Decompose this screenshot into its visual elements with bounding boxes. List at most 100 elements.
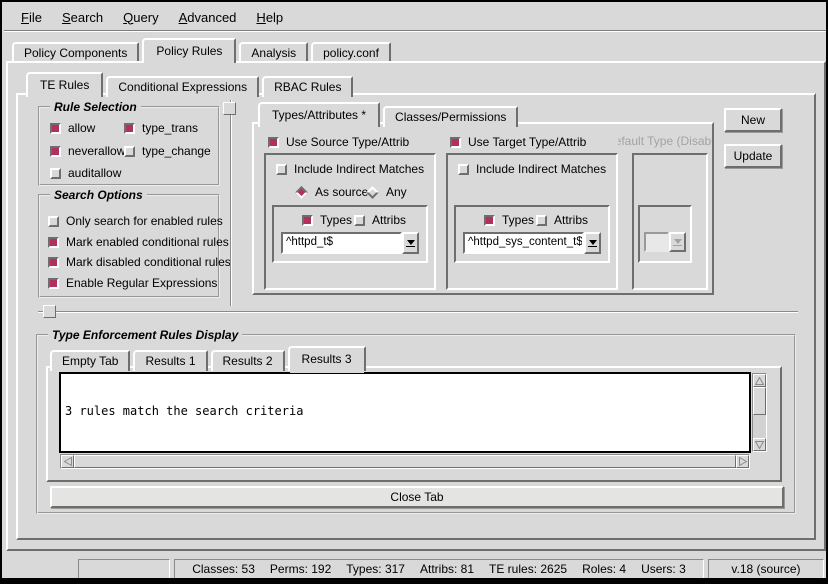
te-display-title: Type Enforcement Rules Display (48, 328, 242, 342)
tab-empty[interactable]: Empty Tab (50, 350, 130, 371)
tab-policy-components[interactable]: Policy Components (12, 42, 139, 63)
checkbox-target-attribs[interactable]: Attribs (536, 213, 588, 227)
checkbox-mark-disabled[interactable]: Mark disabled conditional rules (48, 255, 231, 269)
tab-analysis[interactable]: Analysis (239, 42, 308, 63)
results-vertical-scrollbar[interactable] (752, 373, 767, 452)
type-trans-checkbox-indicator[interactable] (124, 123, 135, 134)
auditallow-checkbox-indicator[interactable] (50, 168, 61, 179)
tab-conditional-expressions[interactable]: Conditional Expressions (106, 76, 259, 97)
close-tab-button[interactable]: Close Tab (50, 486, 784, 508)
checkbox-allow[interactable]: allow (50, 121, 95, 135)
scroll-right-button[interactable] (736, 455, 749, 468)
vertical-scroll-trough[interactable] (753, 415, 766, 438)
update-button[interactable]: Update (724, 144, 782, 168)
tab-types-attributes[interactable]: Types/Attributes * (258, 102, 380, 127)
checkbox-neverallow[interactable]: neverallow (50, 144, 125, 158)
target-attribs-checkbox-indicator[interactable] (536, 215, 547, 226)
dropdown-bar-icon (588, 246, 597, 247)
neverallow-checkbox-indicator[interactable] (50, 146, 61, 157)
checkbox-use-source[interactable]: Use Source Type/Attrib (268, 135, 409, 149)
tab-te-rules[interactable]: TE Rules (26, 72, 103, 97)
status-bar: Classes: 53 Perms: 192 Types: 317 Attrib… (4, 558, 828, 580)
tab-results-3[interactable]: Results 3 (288, 346, 366, 371)
any-label: Any (386, 185, 407, 199)
mark-enabled-checkbox-indicator[interactable] (48, 237, 59, 248)
status-stats-panel: Classes: 53 Perms: 192 Types: 317 Attrib… (174, 559, 704, 579)
checkbox-enable-regex[interactable]: Enable Regular Expressions (48, 276, 217, 290)
as-source-label: As source (315, 185, 368, 199)
target-type-combobox[interactable]: ^httpd_sys_content_t$ (463, 232, 601, 254)
new-button[interactable]: New (724, 108, 782, 132)
results-textarea[interactable]: 3 rules match the search criteria (5822)… (60, 373, 750, 452)
source-attribs-checkbox-indicator[interactable] (354, 215, 365, 226)
default-type-dropdown-button (669, 232, 686, 252)
scroll-down-button[interactable] (753, 438, 766, 451)
chevron-down-icon (674, 239, 682, 244)
target-attribs-label: Attribs (554, 213, 588, 227)
menu-query[interactable]: Query (114, 6, 167, 29)
mark-disabled-checkbox-indicator[interactable] (48, 257, 59, 268)
target-indirect-checkbox-indicator[interactable] (458, 164, 469, 175)
checkbox-use-target[interactable]: Use Target Type/Attrib (450, 135, 586, 149)
horizontal-sash-handle[interactable] (43, 305, 56, 318)
menu-advanced[interactable]: Advanced (170, 6, 246, 29)
target-type-dropdown-button[interactable] (584, 232, 601, 254)
mark-disabled-label: Mark disabled conditional rules (66, 255, 231, 269)
radio-as-source[interactable]: As source (295, 185, 368, 199)
scroll-up-button[interactable] (753, 374, 766, 387)
use-source-checkbox-indicator[interactable] (268, 137, 279, 148)
checkbox-source-attribs[interactable]: Attribs (354, 213, 406, 227)
checkbox-mark-enabled[interactable]: Mark enabled conditional rules (48, 235, 229, 249)
source-type-dropdown-button[interactable] (402, 232, 419, 254)
allow-checkbox-indicator[interactable] (50, 123, 61, 134)
auditallow-label: auditallow (68, 166, 121, 180)
tab-rbac-rules[interactable]: RBAC Rules (262, 76, 353, 97)
checkbox-type-trans[interactable]: type_trans (124, 121, 198, 135)
vertical-scroll-thumb[interactable] (753, 387, 766, 415)
menu-file[interactable]: File (12, 6, 51, 29)
checkbox-target-indirect[interactable]: Include Indirect Matches (458, 162, 606, 176)
mark-enabled-label: Mark enabled conditional rules (66, 235, 229, 249)
use-target-checkbox-indicator[interactable] (450, 137, 461, 148)
vertical-sash-handle[interactable] (223, 102, 236, 115)
stat-users: Users: 3 (641, 562, 686, 576)
target-types-checkbox-indicator[interactable] (484, 215, 495, 226)
checkbox-target-types[interactable]: Types (484, 213, 534, 227)
checkbox-auditallow[interactable]: auditallow (50, 166, 121, 180)
horizontal-scroll-thumb[interactable] (74, 455, 736, 468)
source-indirect-checkbox-indicator[interactable] (276, 164, 287, 175)
checkbox-only-enabled[interactable]: Only search for enabled rules (48, 214, 223, 228)
stat-types: Types: 317 (346, 562, 405, 576)
chevron-down-icon (589, 240, 597, 245)
tab-results-2[interactable]: Results 2 (211, 350, 285, 371)
menu-help[interactable]: Help (247, 6, 292, 29)
type-change-checkbox-indicator[interactable] (124, 146, 135, 157)
results-horizontal-scrollbar[interactable] (60, 454, 750, 469)
tab-policy-rules[interactable]: Policy Rules (142, 38, 236, 63)
target-type-entry[interactable]: ^httpd_sys_content_t$ (463, 232, 584, 254)
dropdown-bar-icon (673, 245, 682, 246)
any-radio-indicator[interactable] (366, 186, 379, 199)
tab-results-1[interactable]: Results 1 (133, 350, 207, 371)
as-source-radio-indicator[interactable] (295, 186, 308, 199)
source-type-combobox[interactable]: ^httpd_t$ (281, 232, 419, 254)
tab-classes-permissions[interactable]: Classes/Permissions (383, 106, 518, 127)
criteria-tabbar: Types/Attributes * Classes/Permissions (258, 102, 521, 127)
only-enabled-checkbox-indicator[interactable] (48, 216, 59, 227)
enable-regex-checkbox-indicator[interactable] (48, 278, 59, 289)
results-summary: 3 rules match the search criteria (65, 404, 745, 418)
source-types-checkbox-indicator[interactable] (302, 215, 313, 226)
stat-attribs: Attribs: 81 (420, 562, 474, 576)
scroll-left-button[interactable] (61, 455, 74, 468)
checkbox-source-indirect[interactable]: Include Indirect Matches (276, 162, 424, 176)
rules-tabbar: TE Rules Conditional Expressions RBAC Ru… (26, 72, 356, 97)
source-type-entry[interactable]: ^httpd_t$ (281, 232, 402, 254)
horizontal-sash-line (38, 311, 798, 313)
tab-policy-conf[interactable]: policy.conf (311, 42, 391, 63)
triangle-left-icon (64, 457, 72, 466)
checkbox-type-change[interactable]: type_change (124, 144, 211, 158)
menu-search[interactable]: Search (53, 6, 112, 29)
stat-perms: Perms: 192 (270, 562, 331, 576)
radio-any[interactable]: Any (366, 185, 407, 199)
checkbox-source-types[interactable]: Types (302, 213, 352, 227)
